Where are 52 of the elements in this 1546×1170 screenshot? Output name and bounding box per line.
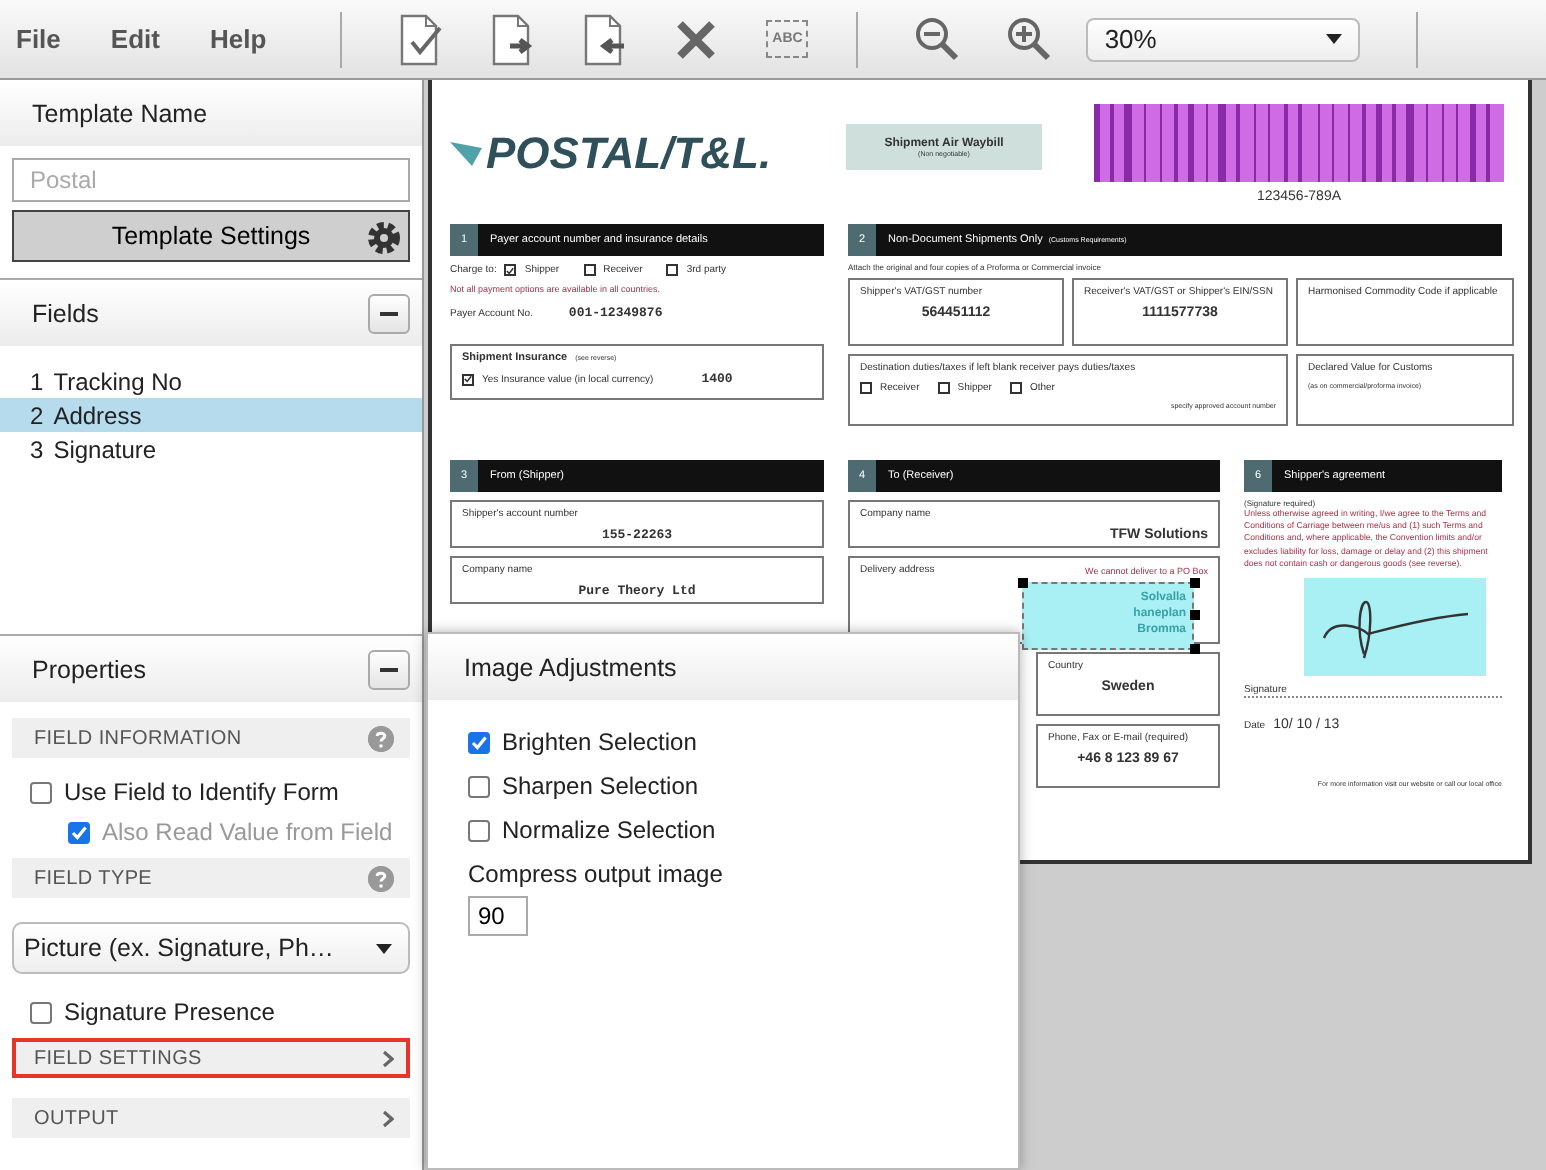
compress-input-field[interactable]: 90 — [468, 896, 528, 936]
zoom-in-icon[interactable] — [1004, 13, 1053, 65]
help-icon[interactable] — [368, 865, 394, 891]
caret-icon — [376, 943, 392, 953]
checkbox-label: Signature Presence — [64, 998, 275, 1026]
checkbox[interactable] — [468, 775, 490, 797]
collapse-button[interactable] — [368, 293, 410, 333]
zoom-dropdown[interactable]: 30% — [1086, 17, 1361, 61]
help-icon[interactable] — [368, 725, 394, 751]
menu-item[interactable]: Edit — [110, 24, 160, 54]
template-settings-button[interactable]: Template Settings — [12, 210, 410, 262]
field-label: Compress output image — [468, 860, 725, 888]
minus-icon — [380, 667, 398, 671]
field-type-dropdown[interactable]: Picture (ex. Signature, Ph… — [12, 922, 410, 974]
field-list-item[interactable]: 3 Signature — [0, 432, 422, 466]
checkbox-label: Normalize Selection — [502, 816, 716, 844]
wing-logo-icon — [450, 140, 482, 168]
checkbox-label: Also Read Value from Field — [102, 818, 393, 846]
menu-item[interactable]: Help — [209, 24, 267, 54]
resize-handle[interactable] — [1018, 578, 1028, 588]
zoom-out-icon[interactable] — [912, 13, 961, 65]
checkbox-label: Use Field to Identify Form — [64, 778, 339, 806]
resize-handle[interactable] — [1190, 578, 1200, 588]
collapse-button[interactable] — [368, 649, 410, 689]
chevron-icon — [382, 1109, 394, 1127]
import-document-icon[interactable] — [580, 13, 629, 65]
field-list-item[interactable]: 1 Tracking No — [0, 364, 422, 398]
section-header[interactable]: OUTPUT — [12, 1098, 410, 1138]
caret-icon — [1326, 34, 1343, 44]
resize-handle[interactable] — [1190, 610, 1200, 620]
template-name-field[interactable]: Postal — [12, 158, 410, 202]
export-document-icon[interactable] — [488, 13, 537, 65]
chevron-icon — [382, 1049, 394, 1067]
panel-header: Fields — [32, 299, 99, 327]
gear-icon — [362, 216, 406, 260]
section-header[interactable]: FIELD TYPE — [12, 858, 410, 898]
checkbox[interactable] — [30, 1001, 52, 1023]
field-list-item[interactable]: 2 Address — [0, 398, 422, 432]
checkbox-label: Sharpen Selection — [502, 772, 699, 800]
section-header[interactable]: FIELD SETTINGS — [12, 1038, 410, 1078]
checkbox-label: Brighten Selection — [502, 728, 697, 756]
minus-icon — [380, 311, 398, 315]
resize-handle[interactable] — [1190, 644, 1200, 654]
checkbox[interactable] — [468, 731, 490, 753]
menu-item[interactable]: File — [16, 24, 61, 54]
section-header[interactable]: FIELD INFORMATION — [12, 718, 410, 758]
checkbox[interactable] — [30, 781, 52, 803]
check-document-icon[interactable] — [396, 13, 445, 65]
panel-header: Image Adjustments — [428, 634, 1018, 700]
panel-header: Properties — [32, 655, 146, 683]
checkbox[interactable] — [468, 819, 490, 841]
logo-text: POSTAL/T&L. — [486, 128, 772, 180]
